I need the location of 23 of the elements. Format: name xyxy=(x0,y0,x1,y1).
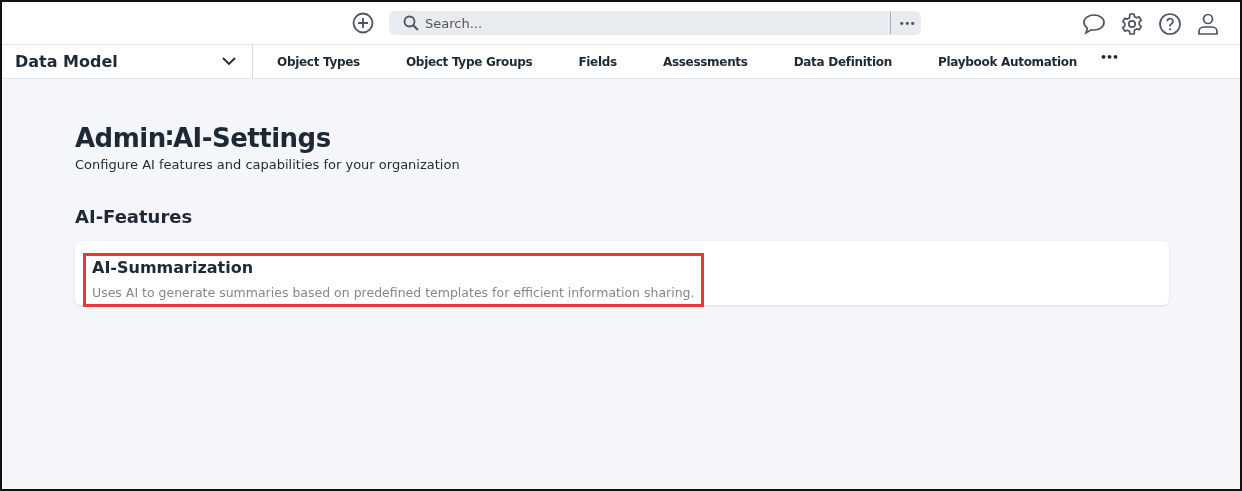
settings-icon[interactable] xyxy=(1120,12,1144,36)
page-title: Admin∶AI-Settings xyxy=(75,123,332,153)
search-field[interactable]: Search... ••• xyxy=(389,11,921,35)
feature-description: Uses AI to generate summaries based on predefined templates for efficient information sharing. xyxy=(92,285,695,300)
section-title: AI-Features xyxy=(75,206,194,227)
page-subtitle: Configure AI features and capabilities for your organization xyxy=(75,157,461,172)
feature-name: AI-Summarization xyxy=(92,258,255,277)
add-icon[interactable] xyxy=(352,12,374,34)
more-options-button[interactable]: ••• xyxy=(896,16,921,30)
module-dropdown[interactable]: Data Model xyxy=(2,45,253,78)
nav-tab[interactable]: Playbook Automation xyxy=(914,54,1100,69)
chat-icon[interactable] xyxy=(1082,13,1106,35)
more-tabs-button[interactable]: ••• xyxy=(1100,51,1119,64)
user-icon[interactable] xyxy=(1196,12,1220,36)
chevron-down-icon xyxy=(222,57,236,66)
nav-tab[interactable]: Assessments xyxy=(639,54,771,69)
feature-card[interactable]: AI-Summarization Uses AI to generate summaries based on predefined templates for efficient information sharing. xyxy=(75,241,1169,305)
nav-tab[interactable]: Fields xyxy=(555,54,640,69)
help-icon[interactable] xyxy=(1158,12,1182,36)
nav-tab[interactable]: Object Type Groups xyxy=(382,54,556,69)
nav-tab[interactable]: Data Definition xyxy=(770,54,915,69)
nav-tab[interactable]: Object Types xyxy=(253,54,383,69)
search-icon xyxy=(403,15,419,31)
